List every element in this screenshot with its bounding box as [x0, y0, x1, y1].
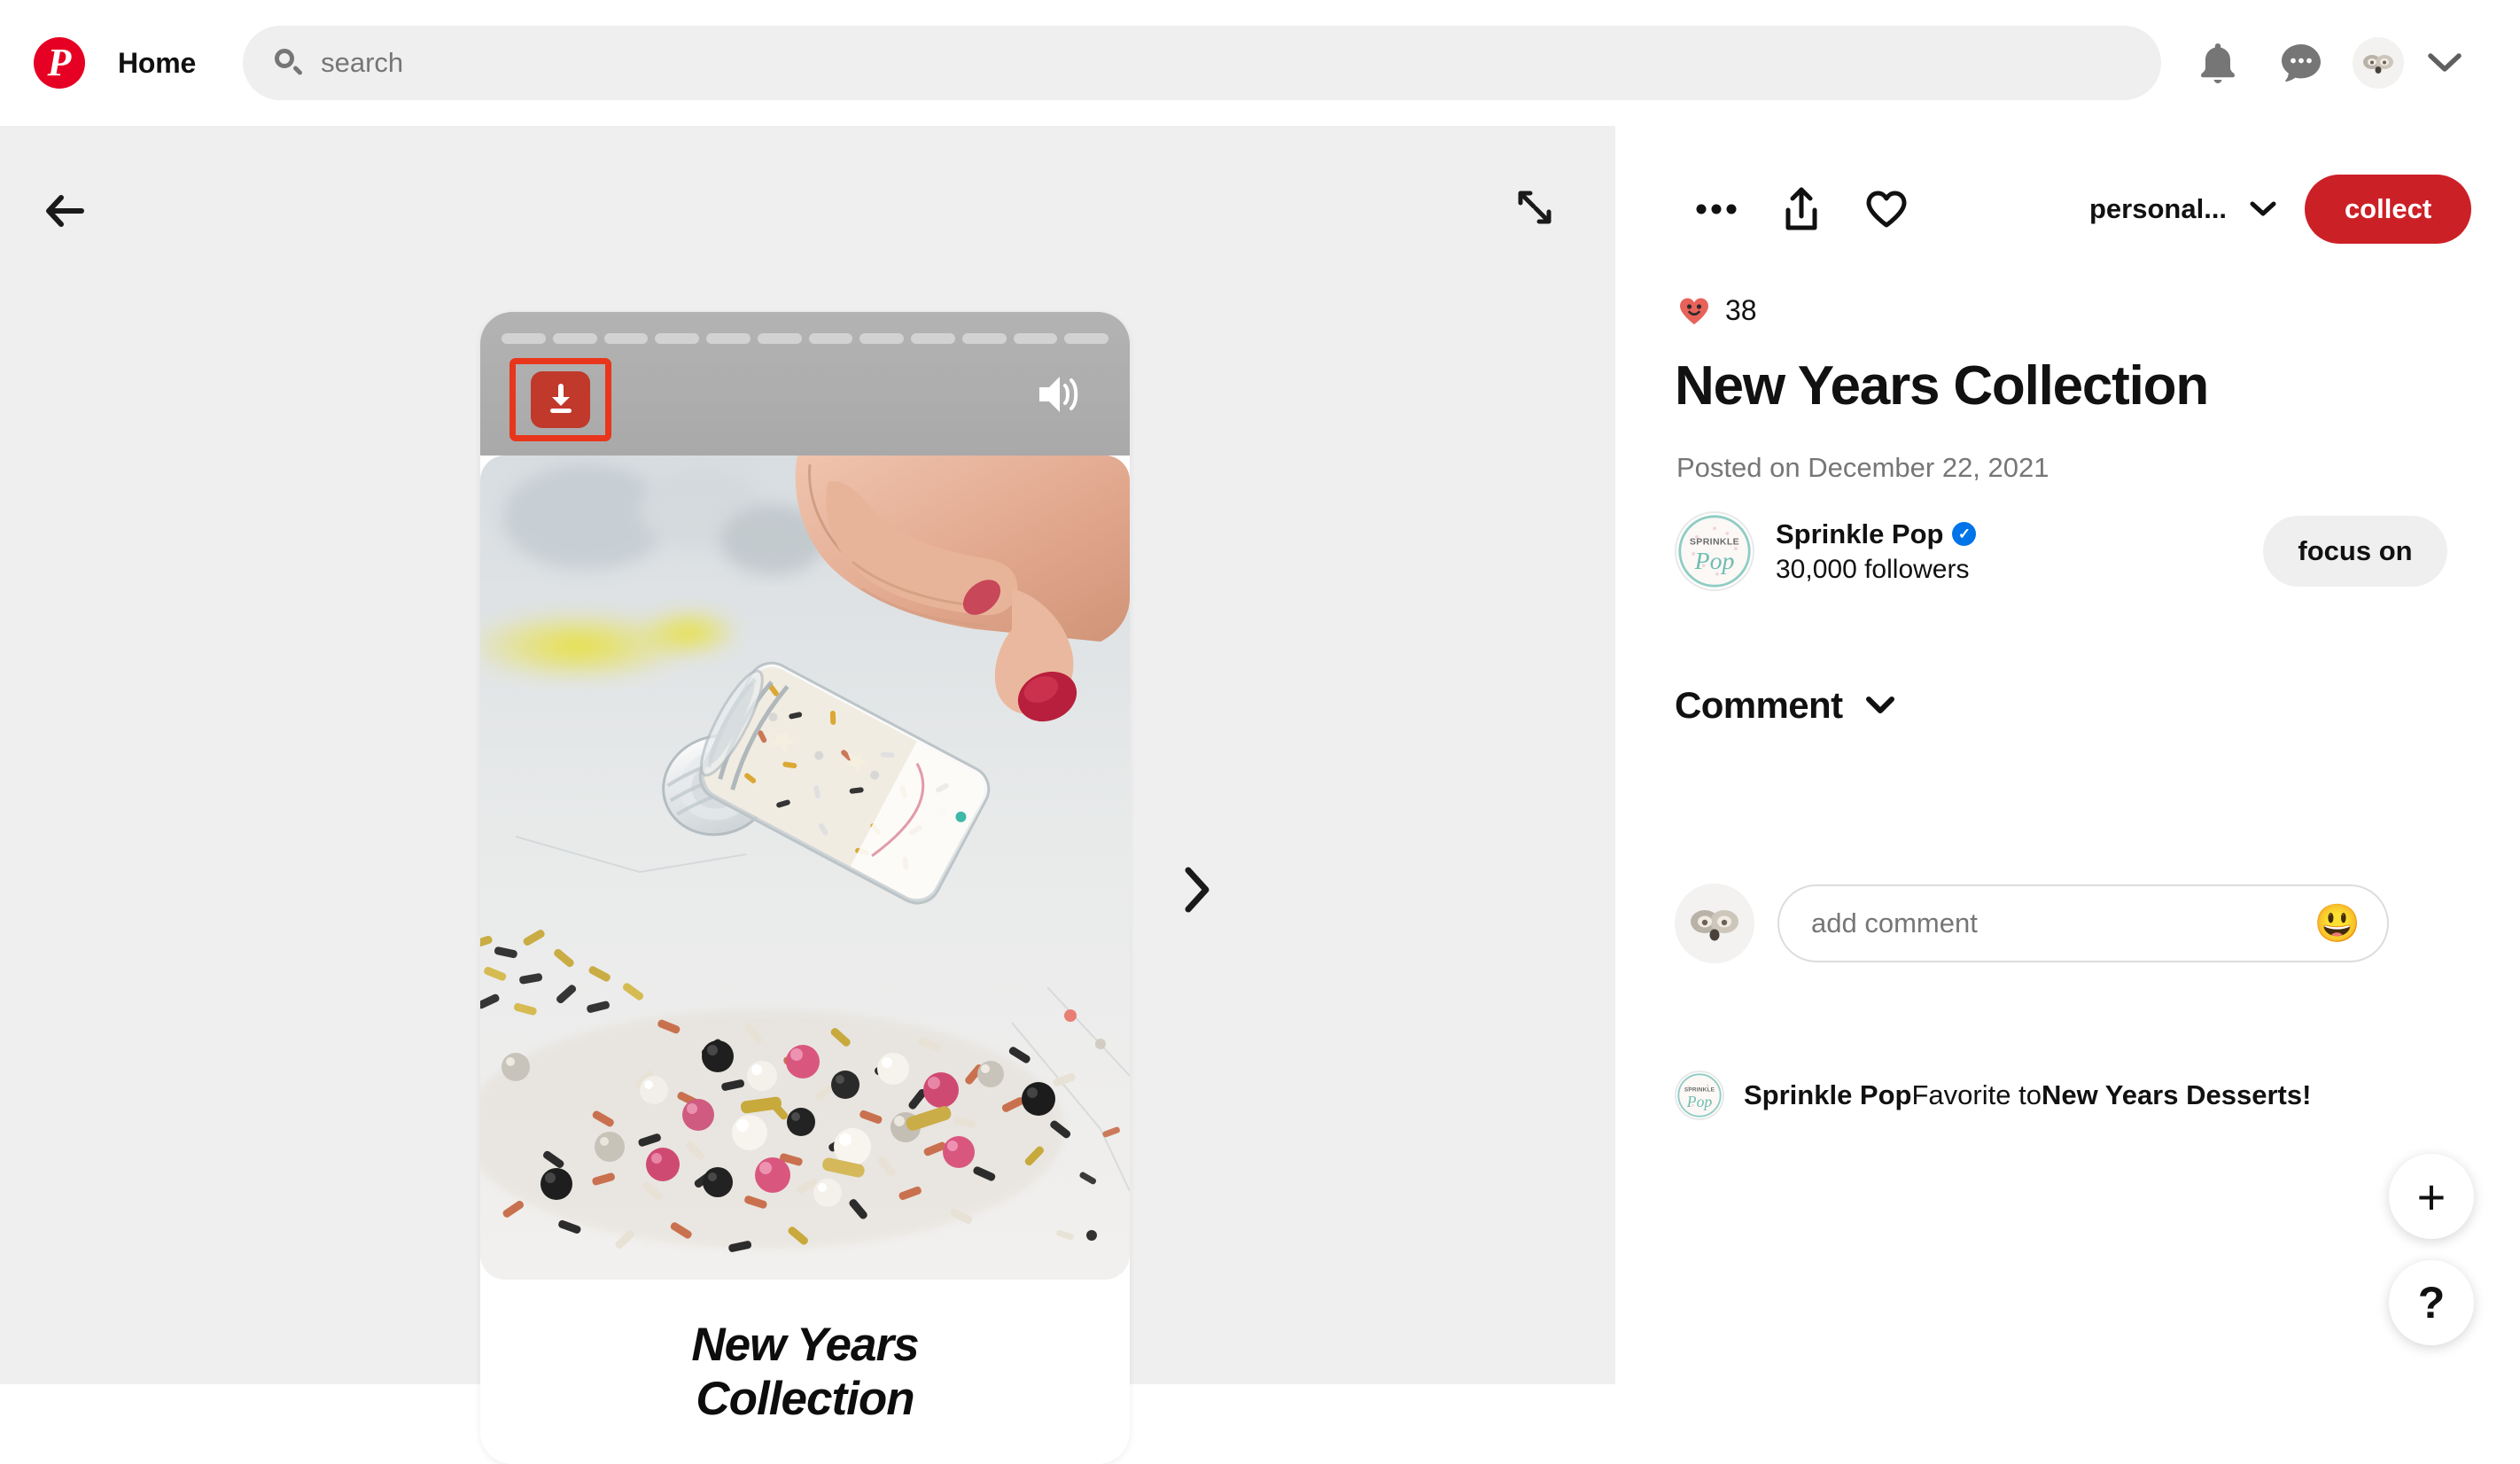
- progress-segment: [552, 333, 597, 344]
- progress-segment: [911, 333, 955, 344]
- caption-line-2: Collection: [696, 1373, 914, 1425]
- author-row: SPRINKLE Pop Sprinkle Pop ✓ 30,000 follo…: [1675, 510, 2463, 592]
- author-meta: Sprinkle Pop ✓ 30,000 followers: [1776, 518, 1977, 585]
- reaction-summary[interactable]: 38: [1677, 294, 1757, 327]
- chevron-down-icon: [1865, 696, 1895, 715]
- verified-badge-icon: ✓: [1952, 522, 1977, 546]
- progress-segment: [706, 333, 751, 344]
- author-followers: 30,000 followers: [1776, 554, 1970, 584]
- chevron-down-icon: [2250, 201, 2276, 217]
- download-icon[interactable]: [531, 371, 590, 428]
- header-icon-group: [2186, 31, 2491, 95]
- progress-segment: [808, 333, 853, 344]
- svg-text:Pop: Pop: [1694, 547, 1735, 574]
- more-options-icon[interactable]: [1684, 176, 1749, 242]
- pinterest-logo-glyph: P: [47, 41, 72, 84]
- progress-segment: [603, 333, 649, 344]
- video-controls-bar: [480, 312, 1130, 456]
- svg-text:SPRINKLE: SPRINKLE: [1690, 536, 1739, 547]
- pin-story-card[interactable]: New Years Collection: [480, 312, 1130, 1464]
- reaction-count: 38: [1725, 294, 1757, 326]
- progress-segment: [961, 333, 1007, 344]
- collect-button[interactable]: collect: [2305, 175, 2472, 244]
- help-button[interactable]: ?: [2389, 1260, 2474, 1345]
- chevron-right-icon[interactable]: [1166, 854, 1228, 925]
- sprinkles-photo: [480, 456, 1130, 1280]
- add-comment-row: 😃: [1675, 883, 2463, 964]
- search-bar[interactable]: [243, 26, 2162, 100]
- pin-card-caption: New Years Collection: [480, 1280, 1130, 1464]
- comment-text: Sprinkle PopFavorite toNew Years Dessert…: [1744, 1079, 2311, 1111]
- progress-segment: [502, 333, 546, 344]
- pin-viewer-area: New Years Collection: [0, 126, 1615, 1464]
- story-progress-bar[interactable]: [502, 333, 1108, 344]
- comment-section-label: Comment: [1675, 684, 1843, 726]
- pin-video-frame[interactable]: [480, 456, 1130, 1280]
- comment-section-header[interactable]: Comment: [1675, 684, 1895, 727]
- comment-action: Favorite to: [1911, 1079, 2042, 1110]
- comment-target[interactable]: New Years Desserts!: [2042, 1079, 2311, 1110]
- board-selector[interactable]: personal...: [2089, 193, 2276, 225]
- posted-date: Posted on December 22, 2021: [1676, 452, 2049, 483]
- add-button[interactable]: +: [2389, 1154, 2474, 1239]
- comment-list-item: SPRINKLE Pop Sprinkle PopFavorite toNew …: [1675, 1071, 2463, 1120]
- notifications-icon[interactable]: [2186, 31, 2250, 95]
- pin-action-bar: personal... collect: [1684, 174, 2472, 245]
- account-avatar[interactable]: [2353, 37, 2405, 89]
- comment-author[interactable]: Sprinkle Pop: [1744, 1079, 1911, 1110]
- comment-input[interactable]: [1811, 907, 2314, 939]
- progress-segment: [757, 333, 802, 344]
- page-title: New Years Collection: [1675, 355, 2209, 417]
- board-name-label: personal...: [2089, 193, 2228, 224]
- search-icon: [273, 47, 305, 79]
- progress-segment: [859, 333, 904, 344]
- svg-text:Pop: Pop: [1686, 1093, 1713, 1110]
- home-nav-link[interactable]: Home: [118, 47, 196, 80]
- back-arrow-icon[interactable]: [37, 183, 94, 239]
- messages-icon[interactable]: [2269, 31, 2333, 95]
- author-name[interactable]: Sprinkle Pop: [1776, 518, 1943, 550]
- share-icon[interactable]: [1769, 176, 1834, 242]
- chevron-down-icon[interactable]: [2422, 40, 2468, 86]
- comment-input-wrapper[interactable]: 😃: [1777, 884, 2389, 962]
- pinterest-logo-icon[interactable]: P: [34, 37, 85, 89]
- progress-segment: [1064, 333, 1108, 344]
- progress-segment: [1013, 333, 1058, 344]
- sprinkle-pop-avatar[interactable]: SPRINKLE Pop: [1675, 511, 1754, 591]
- progress-segment: [655, 333, 699, 344]
- emoji-picker-icon[interactable]: 😃: [2314, 905, 2361, 942]
- app-header: P Home: [0, 0, 2520, 126]
- volume-on-icon[interactable]: [1034, 370, 1087, 418]
- follow-button[interactable]: focus on: [2263, 516, 2447, 587]
- expand-icon[interactable]: [1506, 179, 1563, 236]
- caption-line-1: New Years: [691, 1318, 919, 1371]
- smiling-heart-icon: [1677, 295, 1711, 327]
- user-avatar[interactable]: [1675, 884, 1754, 963]
- heart-outline-icon[interactable]: [1854, 176, 1919, 242]
- sprinkle-pop-avatar[interactable]: SPRINKLE Pop: [1675, 1071, 1724, 1120]
- search-input[interactable]: [321, 47, 2162, 79]
